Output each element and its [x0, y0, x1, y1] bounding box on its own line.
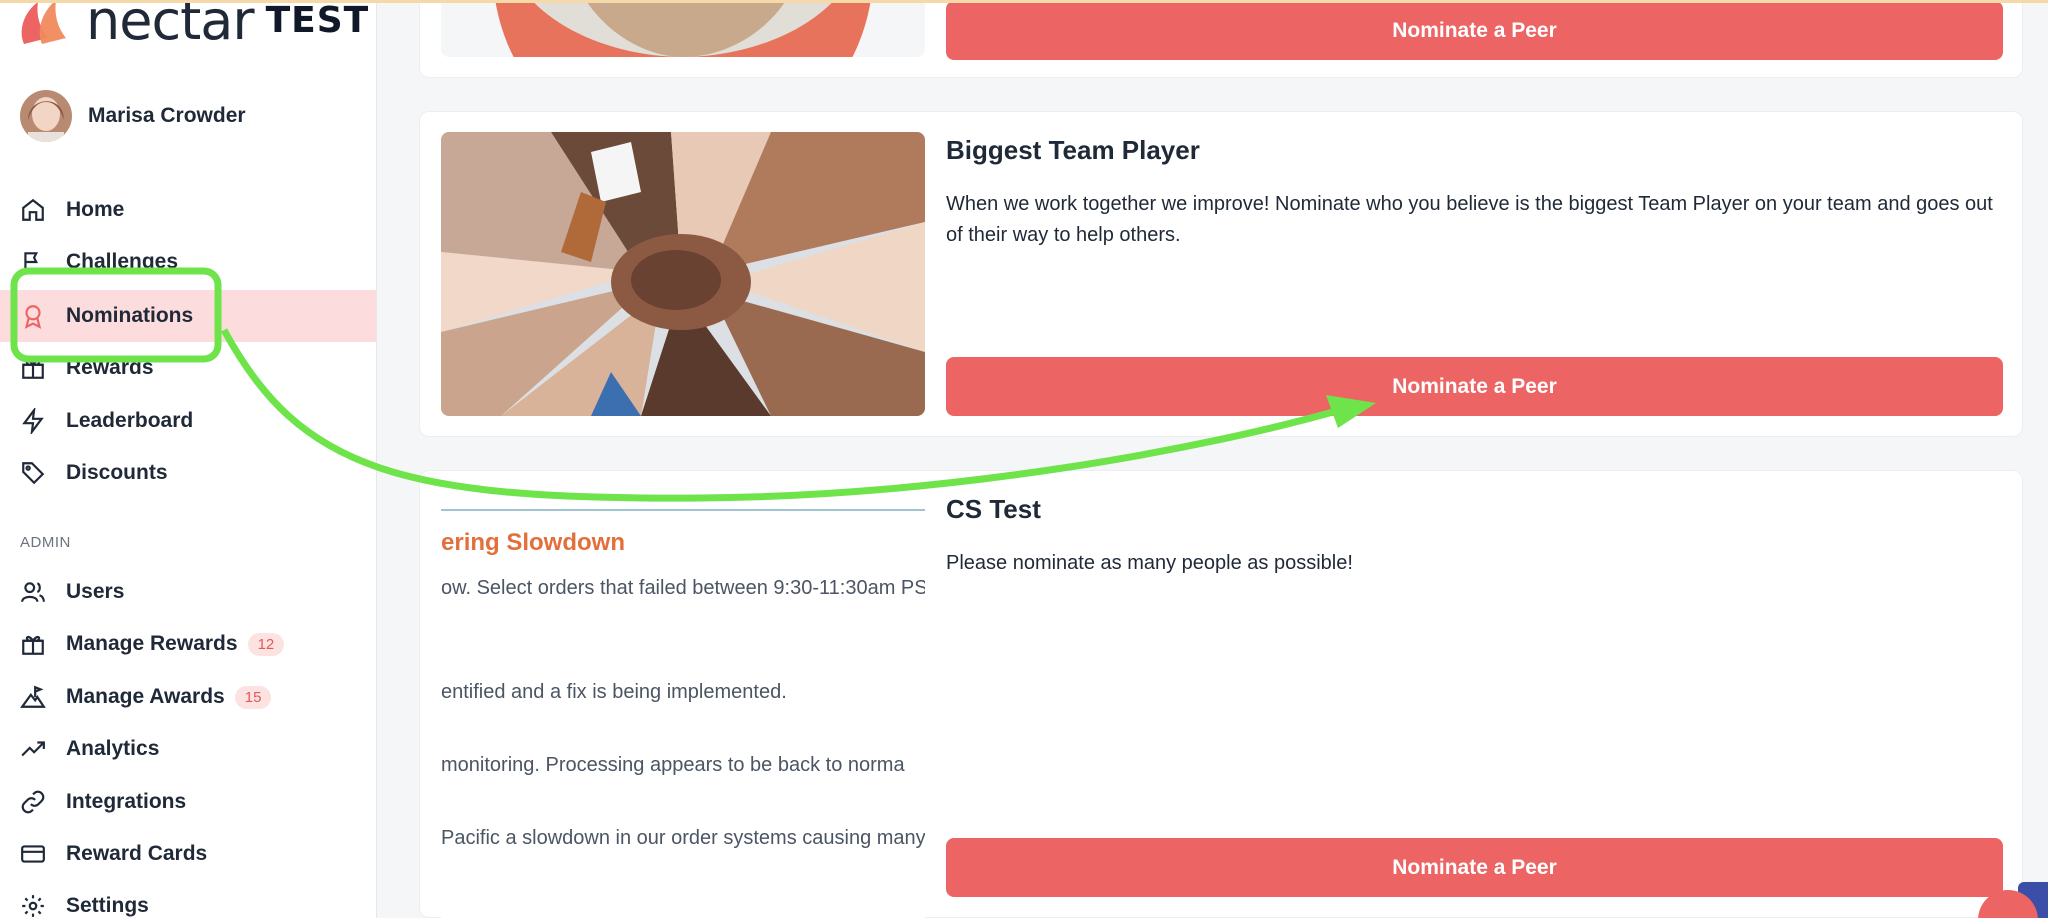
card-image: ering Slowdown ow. Select orders that fa… — [441, 491, 925, 918]
gift-icon — [18, 353, 48, 383]
image-text-line: monitoring. Processing appears to be bac… — [441, 754, 905, 776]
count-badge: 12 — [247, 632, 285, 656]
sidebar-item-label: Manage Rewards — [66, 632, 238, 655]
users-icon — [18, 577, 48, 607]
sidebar-item-label: Home — [66, 198, 125, 221]
sidebar-item-label: Challenges — [66, 250, 179, 273]
image-text-line: entified and a fix is being implemented. — [441, 681, 787, 703]
sidebar-item-reward-cards[interactable]: Reward Cards — [0, 828, 376, 880]
image-heading-text: ering Slowdown — [441, 529, 625, 556]
user-name: Marisa Crowder — [88, 104, 246, 127]
sidebar-item-settings[interactable]: Settings — [0, 880, 376, 918]
sidebar-item-label: Nominations — [66, 304, 194, 327]
sidebar-item-label: Reward Cards — [66, 842, 208, 865]
tag-icon — [18, 458, 48, 488]
sidebar-item-label: Integrations — [66, 790, 187, 813]
sidebar-item-label: Discounts — [66, 461, 168, 484]
top-accent-line — [0, 0, 2048, 3]
nomination-card: Nominate a Peer — [419, 0, 2023, 78]
user-profile[interactable]: Marisa Crowder — [20, 90, 246, 142]
sidebar-item-analytics[interactable]: Analytics — [0, 723, 376, 775]
mountain-flag-icon — [18, 682, 48, 712]
sidebar-item-rewards[interactable]: Rewards — [0, 342, 376, 394]
sidebar-item-manage-awards[interactable]: Manage Awards 15 — [0, 671, 376, 723]
nomination-card: ering Slowdown ow. Select orders that fa… — [419, 470, 2023, 918]
card-description: Please nominate as many people as possib… — [946, 552, 1353, 574]
gift-icon — [18, 629, 48, 659]
award-icon — [18, 301, 48, 331]
logo-env-tag: TEST — [265, 0, 370, 41]
nominate-peer-button[interactable]: Nominate a Peer — [946, 357, 2003, 416]
trending-up-icon — [18, 734, 48, 764]
admin-section-label: ADMIN — [20, 534, 71, 551]
logo[interactable]: nectar TEST — [18, 0, 370, 52]
card-description: When we work together we improve! Nomina… — [946, 193, 1993, 246]
sidebar-item-integrations[interactable]: Integrations — [0, 776, 376, 828]
home-icon — [18, 195, 48, 225]
avatar — [20, 90, 72, 142]
nomination-card: Biggest Team Player When we work togethe… — [419, 111, 2023, 437]
card-title: CS Test — [946, 494, 1041, 524]
sidebar-item-leaderboard[interactable]: Leaderboard — [0, 395, 376, 447]
lightning-icon — [18, 406, 48, 436]
count-badge: 15 — [234, 685, 272, 709]
gear-icon — [18, 891, 48, 918]
nectar-logo-icon — [21, 0, 66, 44]
sidebar-item-label: Analytics — [66, 737, 160, 760]
sidebar-item-label: Settings — [66, 894, 149, 917]
card-image — [441, 0, 925, 57]
card-title: Biggest Team Player — [946, 135, 1200, 165]
credit-card-icon — [18, 839, 48, 869]
sidebar-item-manage-rewards[interactable]: Manage Rewards 12 — [0, 618, 376, 670]
image-text-line: Pacific a slowdown in our order systems … — [441, 827, 925, 849]
nominate-peer-button[interactable]: Nominate a Peer — [946, 1, 2003, 60]
sidebar-item-home[interactable]: Home — [0, 184, 376, 236]
sidebar-item-label: Leaderboard — [66, 409, 194, 432]
link-icon — [18, 787, 48, 817]
sidebar-item-nominations[interactable]: Nominations — [0, 290, 376, 342]
nominate-peer-button[interactable]: Nominate a Peer — [946, 838, 2003, 897]
flag-icon — [18, 247, 48, 277]
sidebar-item-label: Manage Awards — [66, 685, 225, 708]
sidebar-item-users[interactable]: Users — [0, 566, 376, 618]
sidebar-item-discounts[interactable]: Discounts — [0, 447, 376, 499]
logo-text: nectar — [86, 0, 255, 52]
sidebar: nectar TEST Marisa Crowder Home Challeng… — [0, 0, 377, 918]
sidebar-item-label: Rewards — [66, 356, 154, 379]
image-divider — [441, 509, 925, 511]
sidebar-item-challenges[interactable]: Challenges — [0, 236, 376, 288]
card-image — [441, 132, 925, 416]
image-text-line: ow. Select orders that failed between 9:… — [441, 577, 925, 599]
sidebar-item-label: Users — [66, 580, 125, 603]
